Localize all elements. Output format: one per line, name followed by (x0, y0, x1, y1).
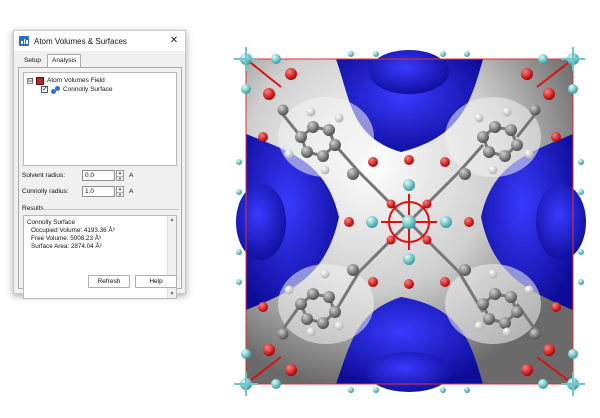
help-button[interactable]: Help (135, 275, 177, 288)
connolly-radius-unit: A (129, 188, 134, 195)
tab-analysis[interactable]: Analysis (47, 54, 82, 68)
solvent-radius-label: Solvent radius: (22, 172, 65, 179)
refresh-button[interactable]: Refresh (88, 275, 130, 288)
tab-setup[interactable]: Setup (19, 54, 46, 67)
close-icon[interactable]: ✕ (167, 34, 181, 48)
spin-down-icon[interactable]: ▼ (117, 191, 123, 198)
tree-item-connolly-surface[interactable]: ✓ Connolly Surface (41, 85, 113, 94)
connolly-radius-label: Connolly radius: (22, 188, 69, 195)
analysis-panel: ⊟ Atom Volumes Field ✓ Connolly Surface … (18, 67, 182, 299)
results-line: Occupied Volume: 4193.36 Å³ (31, 227, 115, 234)
atom-volumes-dialog: Atom Volumes & Surfaces ✕ Setup Analysis… (13, 30, 186, 299)
connolly-radius-spinner[interactable]: ▲ ▼ (116, 186, 124, 197)
divider (41, 209, 179, 210)
dialog-title: Atom Volumes & Surfaces (34, 36, 127, 46)
collapse-icon[interactable]: ⊟ (27, 77, 33, 84)
scroll-down-icon[interactable]: ▼ (168, 290, 176, 298)
results-line: Surface Area: 2874.04 Å² (31, 243, 102, 250)
structure-viewport[interactable] (231, 42, 588, 405)
surface-icon (51, 85, 60, 94)
results-text: Connolly Surface Occupied Volume: 4193.3… (27, 219, 115, 251)
title-bar[interactable]: Atom Volumes & Surfaces ✕ (14, 31, 185, 51)
solvent-radius-unit: A (129, 172, 134, 179)
tab-strip: Setup Analysis (19, 54, 82, 68)
results-line: Connolly Surface (27, 219, 75, 226)
tree-item-label: Connolly Surface (63, 86, 113, 93)
scroll-up-icon[interactable]: ▲ (168, 216, 176, 224)
solvent-radius-input[interactable]: 0.0 (82, 170, 115, 181)
solvent-radius-spinner[interactable]: ▲ ▼ (116, 170, 124, 181)
connolly-radius-input[interactable]: 1.0 (82, 186, 115, 197)
app-icon (19, 36, 29, 46)
tree-item-label: Atom Volumes Field (47, 77, 105, 84)
connolly-surface-checkbox[interactable]: ✓ (41, 86, 48, 93)
field-tree: ⊟ Atom Volumes Field ✓ Connolly Surface (23, 72, 177, 166)
spin-down-icon[interactable]: ▼ (117, 175, 123, 182)
tree-item-atom-volumes-field[interactable]: ⊟ Atom Volumes Field (27, 76, 105, 85)
results-line: Free Volume: 5008.23 Å³ (31, 235, 102, 242)
field-icon (36, 76, 44, 85)
